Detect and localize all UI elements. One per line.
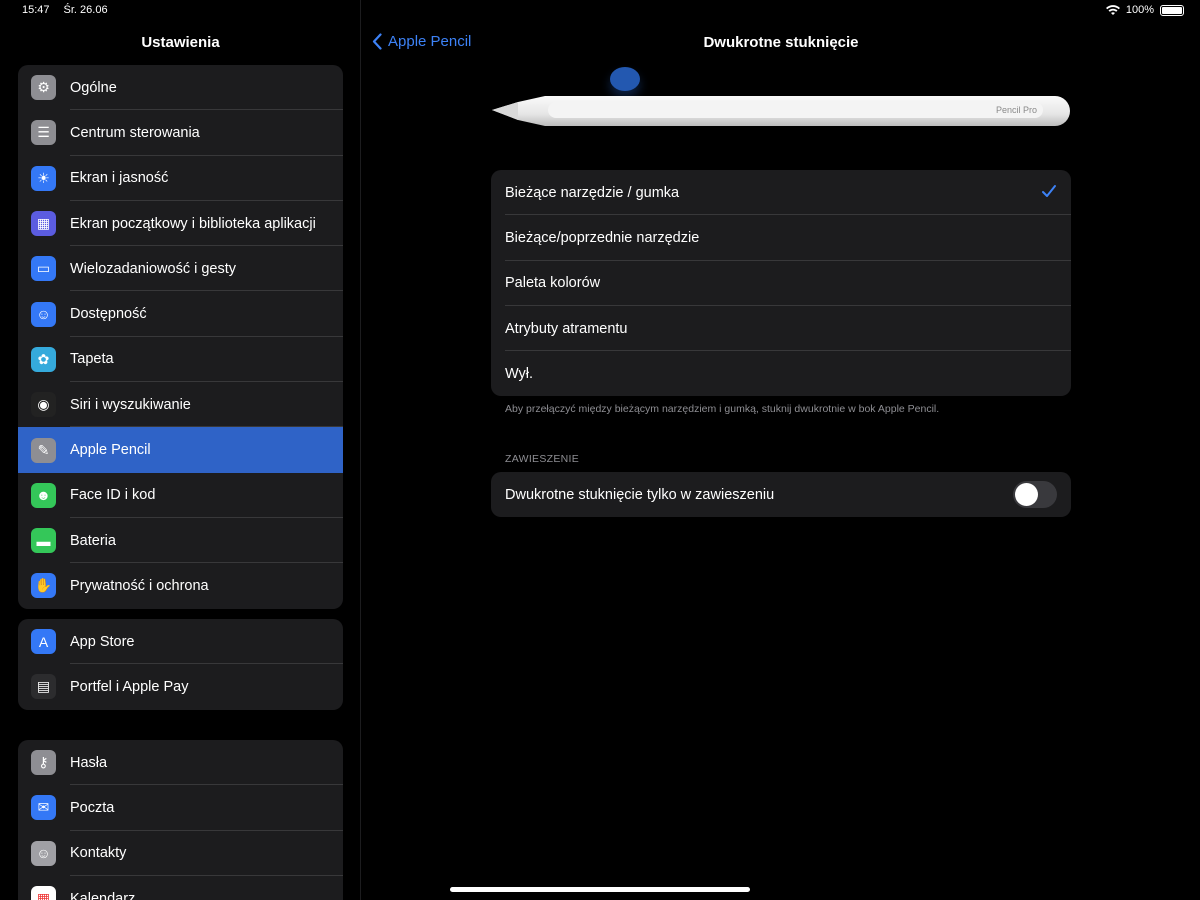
hover-only-toggle[interactable] bbox=[1013, 481, 1057, 508]
sidebar-item-label: Siri i wyszukiwanie bbox=[70, 396, 191, 413]
faceid-icon: ☻ bbox=[31, 482, 56, 508]
battery-percent: 100% bbox=[1125, 4, 1154, 16]
hand-icon: ✋ bbox=[31, 573, 56, 599]
switches-icon: ☰ bbox=[31, 120, 56, 146]
sidebar-item-hand[interactable]: ✋ Prywatność i ochrona bbox=[18, 563, 343, 608]
sidebar-item-accessibility[interactable]: ☺ Dostępność bbox=[18, 291, 343, 337]
double-tap-option[interactable]: Wył. bbox=[491, 351, 1071, 396]
home-indicator[interactable] bbox=[450, 887, 750, 892]
double-tap-option[interactable]: Bieżące narzędzie / gumka bbox=[491, 170, 1071, 216]
sidebar-item-label: Ekran i jasność bbox=[70, 170, 169, 187]
option-label: Atrybuty atramentu bbox=[505, 320, 628, 337]
status-bar-left: 15:47 Śr. 26.06 bbox=[22, 4, 108, 16]
flower-icon: ✿ bbox=[31, 346, 56, 372]
page-title: Dwukrotne stuknięcie bbox=[703, 34, 859, 51]
sidebar-item-label: App Store bbox=[70, 633, 135, 650]
calendar-icon: ▦ bbox=[31, 886, 56, 900]
sidebar-item-calendar[interactable]: ▦ Kalendarz bbox=[18, 876, 343, 900]
sidebar-item-label: Prywatność i ochrona bbox=[70, 577, 209, 594]
sidebar-item-label: Centrum sterowania bbox=[70, 124, 200, 141]
appstore-icon: A bbox=[31, 629, 56, 655]
sidebar-item-label: Tapeta bbox=[70, 351, 114, 368]
sidebar-item-label: Dostępność bbox=[70, 306, 147, 323]
app-grid-icon: ▦ bbox=[31, 211, 56, 237]
sidebar-item-label: Ekran początkowy i biblioteka aplikacji bbox=[70, 215, 316, 232]
sidebar-title: Ustawienia bbox=[141, 34, 220, 51]
double-tap-option[interactable]: Bieżące/poprzednie narzędzie bbox=[491, 215, 1071, 261]
double-tap-options: Bieżące narzędzie / gumka Bieżące/poprzed… bbox=[491, 170, 1071, 397]
settings-group-system: ⚙ Ogólne ☰ Centrum sterowania ☀ Ekran i jasno… bbox=[18, 65, 343, 609]
settings-group-store: A App Store ▤ Portfel i Apple Pay bbox=[18, 619, 343, 710]
siri-icon: ◉ bbox=[31, 392, 56, 418]
sidebar-item-contacts[interactable]: ☺ Kontakty bbox=[18, 831, 343, 876]
accessibility-icon: ☺ bbox=[31, 301, 56, 327]
detail-pane: 100% Apple Pencil Dwukrotne stuknięcie P… bbox=[362, 0, 1200, 900]
sidebar-item-sun[interactable]: ☀ Ekran i jasność bbox=[18, 156, 343, 201]
sidebar-item-siri[interactable]: ◉ Siri i wyszukiwanie bbox=[18, 382, 343, 428]
sidebar-item-wallet[interactable]: ▤ Portfel i Apple Pay bbox=[18, 664, 343, 709]
double-tap-option[interactable]: Atrybuty atramentu bbox=[491, 306, 1071, 352]
multitask-icon: ▭ bbox=[31, 256, 56, 282]
sidebar-item-label: Kalendarz bbox=[70, 890, 136, 900]
sidebar-item-label: Ogólne bbox=[70, 79, 117, 96]
gear-icon: ⚙ bbox=[31, 75, 56, 101]
key-icon: ⚷ bbox=[31, 750, 56, 776]
settings-group-apps: ⚷ Hasła ✉ Poczta ☺ Kontakty ▦ Kalendarz bbox=[18, 740, 343, 900]
contacts-icon: ☺ bbox=[31, 840, 56, 866]
sidebar-item-gear[interactable]: ⚙ Ogólne bbox=[18, 65, 343, 111]
sidebar-item-label: Apple Pencil bbox=[70, 442, 151, 459]
pencil-image bbox=[492, 96, 1070, 126]
sidebar-item-switches[interactable]: ☰ Centrum sterowania bbox=[18, 110, 343, 156]
sidebar-item-label: Portfel i Apple Pay bbox=[70, 678, 189, 695]
hover-double-tap-row: Dwukrotne stuknięcie tylko w zawieszeniu bbox=[491, 472, 1071, 517]
sidebar-item-label: Poczta bbox=[70, 799, 115, 816]
options-footer: Aby przełączyć między bieżącym narzędzie… bbox=[505, 403, 940, 415]
sidebar-item-label: Hasła bbox=[70, 754, 108, 771]
hover-section-header: ZAWIESZENIE bbox=[505, 453, 580, 465]
option-label: Bieżące/poprzednie narzędzie bbox=[505, 229, 700, 246]
battery-icon bbox=[1160, 4, 1184, 16]
sidebar-item-mail[interactable]: ✉ Poczta bbox=[18, 785, 343, 831]
sidebar-item-key[interactable]: ⚷ Hasła bbox=[18, 740, 343, 786]
sidebar-item-appstore[interactable]: A App Store bbox=[18, 619, 343, 665]
hover-toggle-label: Dwukrotne stuknięcie tylko w zawieszeniu bbox=[505, 486, 775, 503]
sidebar-item-app-grid[interactable]: ▦ Ekran początkowy i biblioteka aplikacji bbox=[18, 201, 343, 247]
hover-section: Dwukrotne stuknięcie tylko w zawieszeniu bbox=[491, 472, 1071, 518]
sidebar-item-pencil[interactable]: ✎ Apple Pencil bbox=[18, 427, 343, 473]
sidebar-item-label: Bateria bbox=[70, 532, 116, 549]
sidebar-item-label: Face ID i kod bbox=[70, 487, 156, 504]
sidebar-item-label: Kontakty bbox=[70, 845, 127, 862]
sidebar-item-flower[interactable]: ✿ Tapeta bbox=[18, 337, 343, 383]
mail-icon: ✉ bbox=[31, 795, 56, 821]
status-time: 15:47 bbox=[22, 4, 50, 16]
wallet-icon: ▤ bbox=[31, 674, 56, 700]
status-date: Śr. 26.06 bbox=[63, 4, 108, 16]
sun-icon: ☀ bbox=[31, 165, 56, 191]
option-label: Bieżące narzędzie / gumka bbox=[505, 184, 680, 201]
settings-sidebar: 15:47 Śr. 26.06 Ustawienia ⚙ Ogólne ☰ Centr… bbox=[0, 0, 361, 900]
option-label: Paleta kolorów bbox=[505, 275, 601, 292]
battery-icon: ▬ bbox=[31, 528, 56, 554]
status-bar-right: 100% bbox=[1105, 4, 1184, 16]
option-label: Wył. bbox=[505, 365, 534, 382]
pencil-brand-label: Pencil Pro bbox=[996, 105, 1038, 115]
sidebar-item-faceid[interactable]: ☻ Face ID i kod bbox=[18, 473, 343, 518]
apple-pencil-illustration: Pencil Pro bbox=[490, 62, 1072, 132]
sidebar-item-label: Wielozadaniowość i gesty bbox=[70, 260, 237, 277]
checkmark-icon bbox=[1042, 185, 1056, 197]
pencil-icon: ✎ bbox=[31, 437, 56, 463]
wifi-icon bbox=[1105, 4, 1120, 15]
sidebar-item-multitask[interactable]: ▭ Wielozadaniowość i gesty bbox=[18, 246, 343, 292]
double-tap-option[interactable]: Paleta kolorów bbox=[491, 261, 1071, 306]
sidebar-item-battery[interactable]: ▬ Bateria bbox=[18, 518, 343, 564]
